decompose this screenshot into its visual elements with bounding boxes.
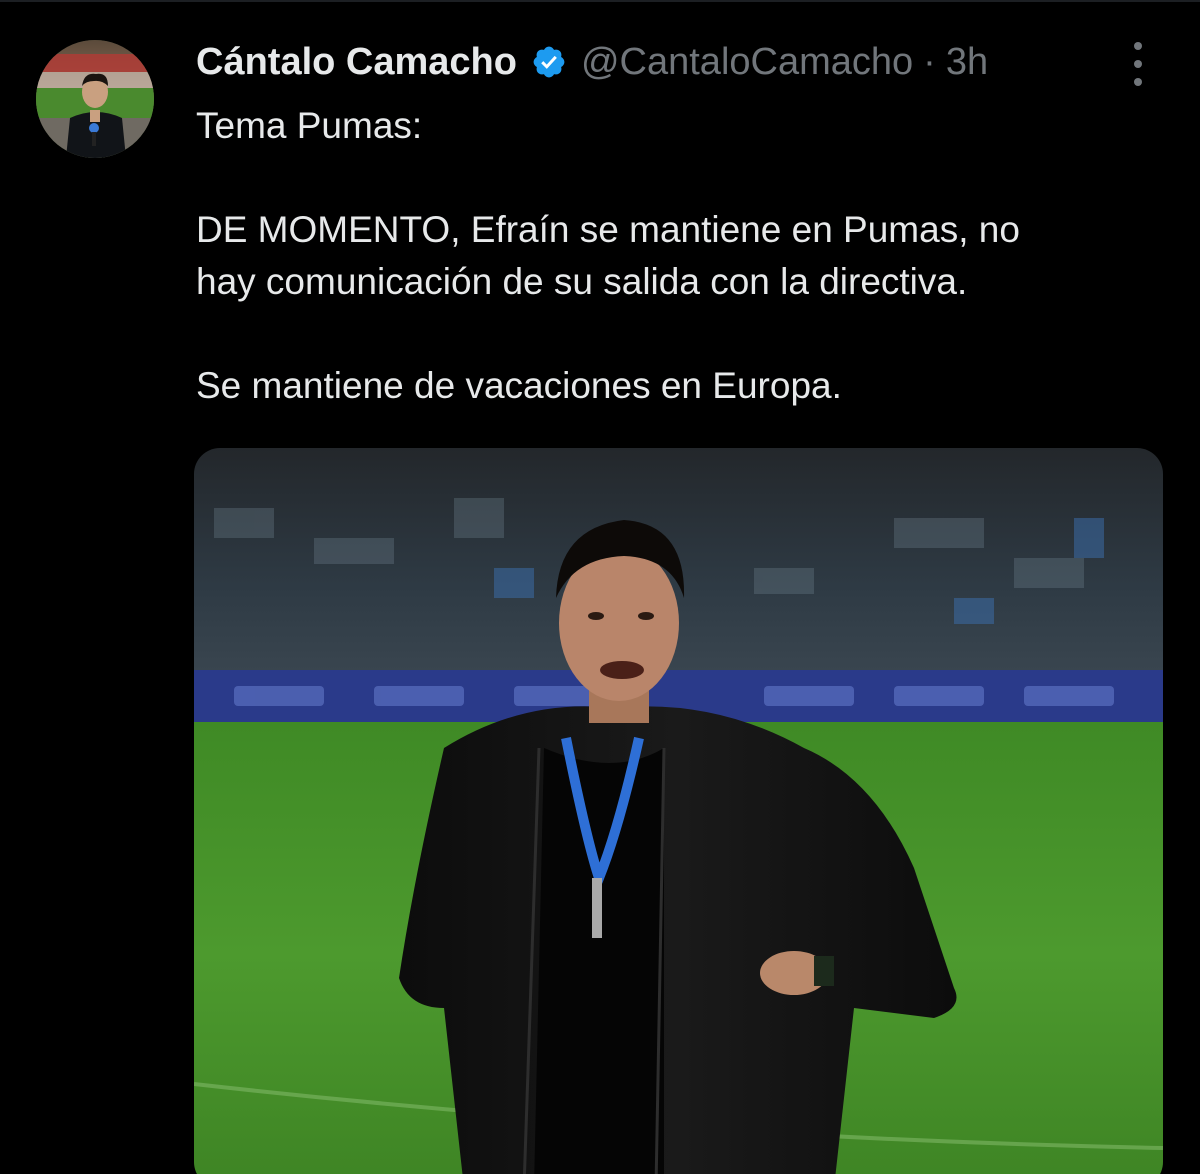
display-name[interactable]: Cántalo Camacho bbox=[196, 41, 517, 84]
dot bbox=[1134, 78, 1142, 86]
avatar-image bbox=[36, 40, 154, 158]
tweet-line: Se mantiene de vacaciones en Europa. bbox=[196, 365, 842, 406]
avatar[interactable] bbox=[36, 40, 154, 158]
handle[interactable]: @CantaloCamacho bbox=[581, 41, 913, 84]
timestamp[interactable]: 3h bbox=[946, 41, 988, 84]
more-options-icon[interactable] bbox=[1118, 42, 1158, 86]
tweet-header: Cántalo Camacho @CantaloCamacho · 3h bbox=[196, 38, 988, 86]
dot bbox=[1134, 42, 1142, 50]
photo-coach-on-pitch bbox=[194, 448, 1163, 1174]
tweet-line: Tema Pumas: bbox=[196, 105, 423, 146]
tweet-text: Tema Pumas: DE MOMENTO, Efraín se mantie… bbox=[196, 100, 1156, 412]
divider bbox=[0, 0, 1200, 2]
tweet-container: Cántalo Camacho @CantaloCamacho · 3h Tem… bbox=[0, 0, 1200, 1174]
verified-badge-icon bbox=[531, 44, 567, 80]
separator-dot: · bbox=[923, 40, 936, 83]
dot bbox=[1134, 60, 1142, 68]
tweet-line: DE MOMENTO, Efraín se mantiene en Pumas,… bbox=[196, 209, 1020, 250]
tweet-line: hay comunicación de su salida con la dir… bbox=[196, 261, 968, 302]
tweet-media-photo[interactable] bbox=[194, 448, 1163, 1174]
